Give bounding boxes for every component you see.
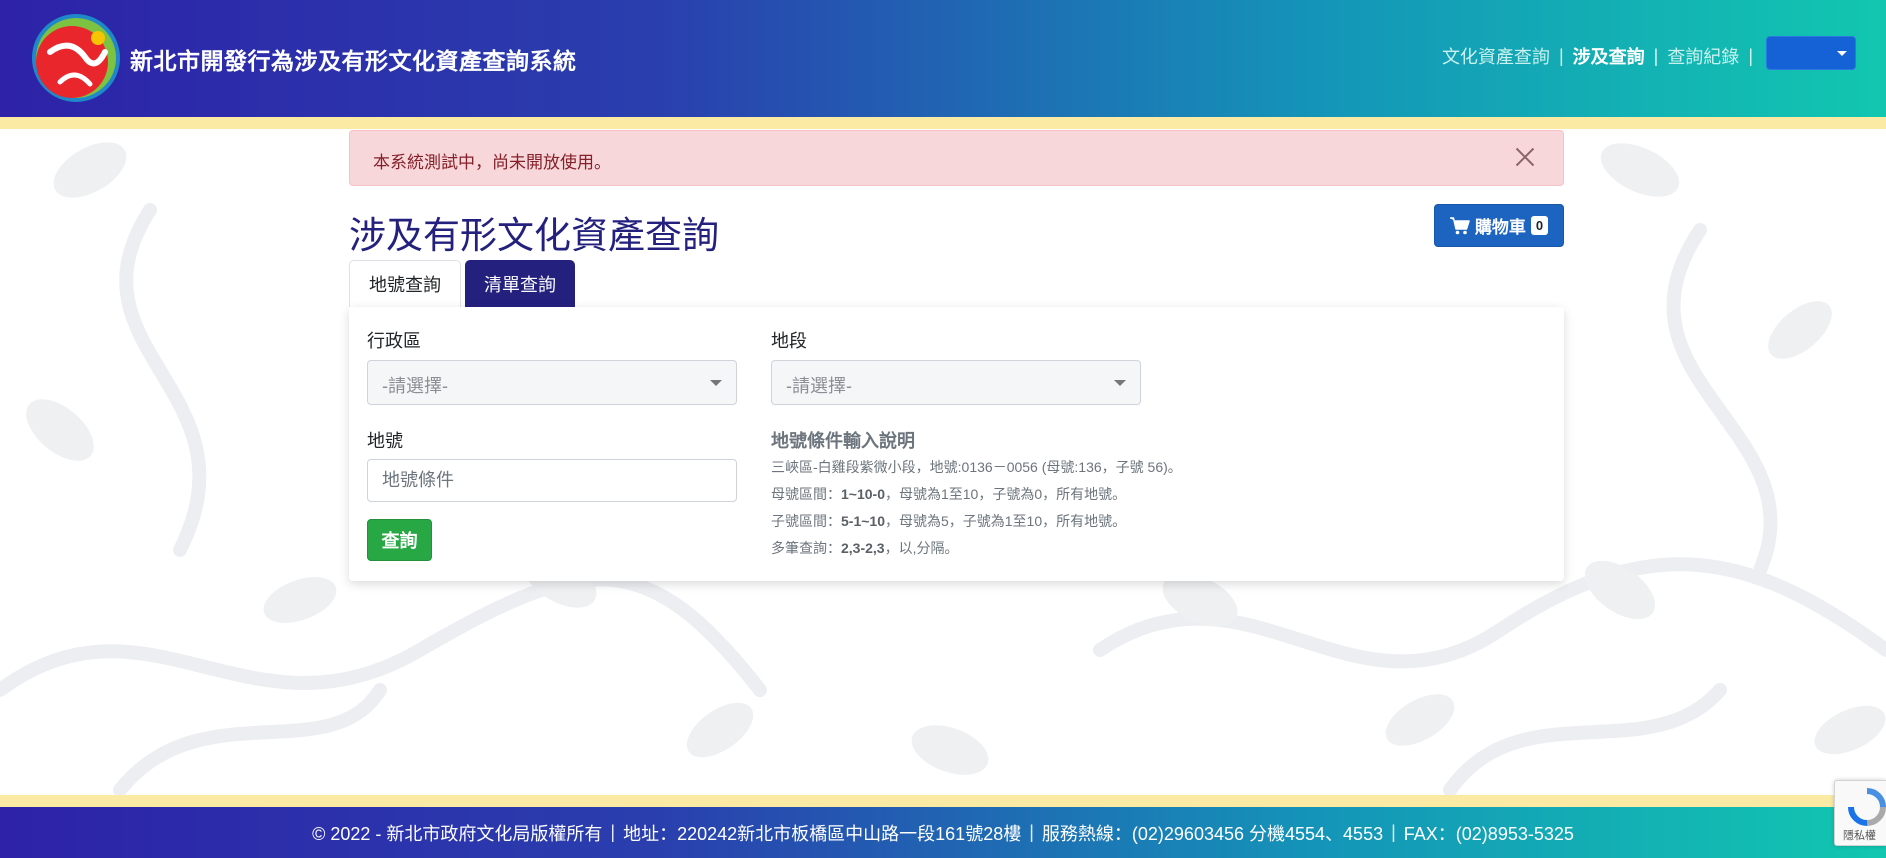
footer-accent-stripe [0,795,1886,807]
chevron-down-icon [1837,51,1847,56]
city-logo-icon[interactable] [30,12,122,104]
help-line-example: 2,3-2,3 [841,540,885,556]
footer-hotline: 服務熱線：(02)29603456 分機4554、4553 [1041,823,1384,844]
footer-copyright: © 2022 - 新北市政府文化局版權所有 [312,823,603,844]
help-line: 子號區間：5-1~10，母號為5，子號為1至10，所有地號。 [771,511,1126,531]
tab-list-query[interactable]: 清單查詢 [465,260,575,307]
footer-separator: | [1391,822,1396,842]
footer-fax: FAX：(02)8953-5325 [1403,823,1574,844]
footer-separator: | [1029,822,1034,842]
cart-label: 購物車 [1474,218,1526,237]
site-footer: © 2022 - 新北市政府文化局版權所有 | 地址：220242新北市板橋區中… [0,807,1886,858]
recaptcha-badge[interactable]: 隱私權 [1834,780,1886,846]
nav-separator: | [1748,45,1753,66]
help-line-prefix: 子號區間： [771,513,841,529]
close-icon[interactable] [1513,145,1537,169]
nav-separator: | [1653,45,1659,66]
help-line: 多筆查詢：2,3-2,3，以,分隔。 [771,538,958,558]
user-menu-dropdown[interactable] [1766,36,1856,70]
district-select-value: -請選擇- [382,376,448,396]
help-line-prefix: 母號區間： [771,486,841,502]
district-select[interactable]: -請選擇- [367,360,737,405]
chevron-down-icon [710,380,722,386]
cart-count-badge: 0 [1530,216,1549,235]
main-container: 本系統測試中，尚未開放使用。 涉及有形文化資產查詢 購物車 0 地號查詢 清單查… [349,130,1564,581]
footer-separator: | [610,822,616,842]
header-accent-stripe [0,117,1886,129]
section-label: 地段 [771,331,807,351]
top-navigation: 文化資產查詢 | 涉及查詢 | 查詢紀錄 | [1442,36,1856,70]
recaptcha-privacy-text[interactable]: 隱私權 [1843,827,1876,843]
shopping-cart-icon [1449,216,1470,234]
lot-input-help-title: 地號條件輸入說明 [771,431,915,451]
help-line-example: 5-1~10 [841,513,885,529]
help-line-suffix: ，以,分隔。 [884,540,959,556]
query-submit-button[interactable]: 查詢 [367,519,432,561]
page-title: 涉及有形文化資產查詢 [349,215,719,256]
query-tabs: 地號查詢 清單查詢 [349,260,579,307]
lot-number-label: 地號 [367,431,403,451]
section-select[interactable]: -請選擇- [771,360,1141,405]
nav-separator: | [1558,45,1564,66]
help-line-text: 三峽區-白雞段紫微小段，地號:0136－0056 (母號:136，子號 56)。 [771,459,1182,475]
site-title[interactable]: 新北市開發行為涉及有形文化資產查詢系統 [130,42,577,76]
lot-number-input[interactable] [367,459,737,502]
nav-item-involvement-query[interactable]: 涉及查詢 [1573,43,1645,69]
test-mode-alert: 本系統測試中，尚未開放使用。 [349,130,1564,186]
tab-lot-query[interactable]: 地號查詢 [349,260,461,307]
recaptcha-icon [1848,788,1886,826]
nav-item-heritage-query[interactable]: 文化資產查詢 [1442,43,1550,69]
lot-query-form-card: 行政區 -請選擇- 地段 -請選擇- 地號 查詢 地號條件輸入說明 三峽區-白雞… [349,307,1564,581]
help-line-suffix: ，母號為5，子號為1至10，所有地號。 [884,513,1127,529]
help-line-prefix: 多筆查詢： [771,540,841,556]
alert-message: 本系統測試中，尚未開放使用。 [373,153,611,172]
footer-address: 地址：220242新北市板橋區中山路一段161號28樓 [623,823,1022,844]
site-header: 新北市開發行為涉及有形文化資產查詢系統 文化資產查詢 | 涉及查詢 | 查詢紀錄… [0,0,1886,117]
help-line-suffix: ，母號為1至10，子號為0，所有地號。 [884,486,1127,502]
help-line: 母號區間：1~10-0，母號為1至10，子號為0，所有地號。 [771,484,1126,504]
chevron-down-icon [1114,380,1126,386]
help-line-example: 1~10-0 [841,486,885,502]
cart-button[interactable]: 購物車 0 [1434,204,1564,247]
section-select-value: -請選擇- [786,376,852,396]
district-label: 行政區 [367,331,421,351]
nav-item-query-history[interactable]: 查詢紀錄 [1667,43,1739,69]
help-line: 三峽區-白雞段紫微小段，地號:0136－0056 (母號:136，子號 56)。 [771,457,1182,477]
